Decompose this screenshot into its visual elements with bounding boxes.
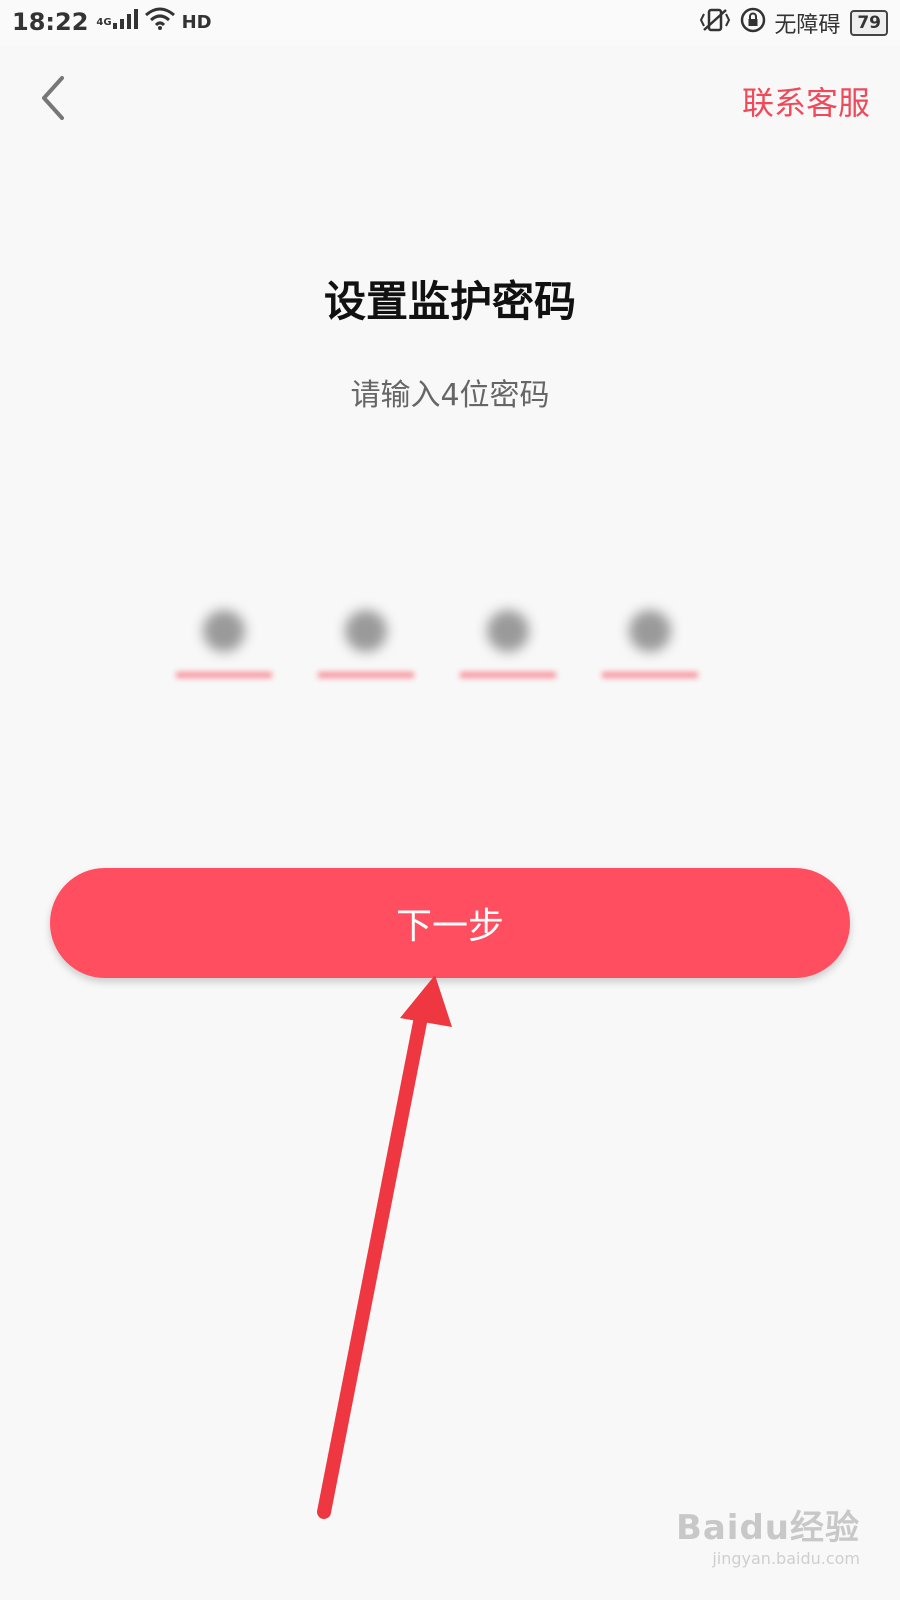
contact-support-link[interactable]: 联系客服 [742,78,870,124]
pin-digit-2[interactable] [310,590,420,690]
status-left: 18:22 4G HD [12,7,212,37]
watermark-brand: Baidu经验 [675,1508,860,1548]
status-bar: 18:22 4G HD 无障碍 79 [0,0,900,46]
network-type: 4G [96,16,112,28]
nav-bar: 联系客服 [0,46,900,156]
pin-input-row[interactable] [168,590,728,700]
watermark: Baidu经验 jingyan.baidu.com [676,1500,860,1568]
back-button[interactable] [28,72,80,124]
lock-rotation-icon [740,7,766,39]
pin-underline [460,672,556,678]
pin-dot [345,610,387,652]
status-time: 18:22 [12,8,89,36]
hd-icon: HD [181,11,212,33]
vibrate-icon [698,7,732,39]
pin-underline [602,672,698,678]
annotation-arrow [317,975,452,1519]
pin-digit-1[interactable] [168,590,278,690]
next-step-button[interactable]: 下一步 [50,868,850,978]
wifi-icon [144,7,176,37]
status-right: 无障碍 79 [698,7,888,39]
pin-dot [487,610,529,652]
pin-dot [629,610,671,652]
page-title: 设置监护密码 [323,277,576,326]
page-subtitle: 请输入4位密码 [350,378,550,413]
pin-digit-4[interactable] [594,590,704,690]
watermark-url: jingyan.baidu.com [712,1549,860,1568]
pin-underline [318,672,414,678]
battery-icon: 79 [850,10,888,36]
back-chevron-icon [42,76,64,120]
pin-underline [176,672,272,678]
accessibility-label: 无障碍 [774,13,841,38]
signal-icon [112,8,138,36]
pin-digit-3[interactable] [452,590,562,690]
pin-dot [203,610,245,652]
